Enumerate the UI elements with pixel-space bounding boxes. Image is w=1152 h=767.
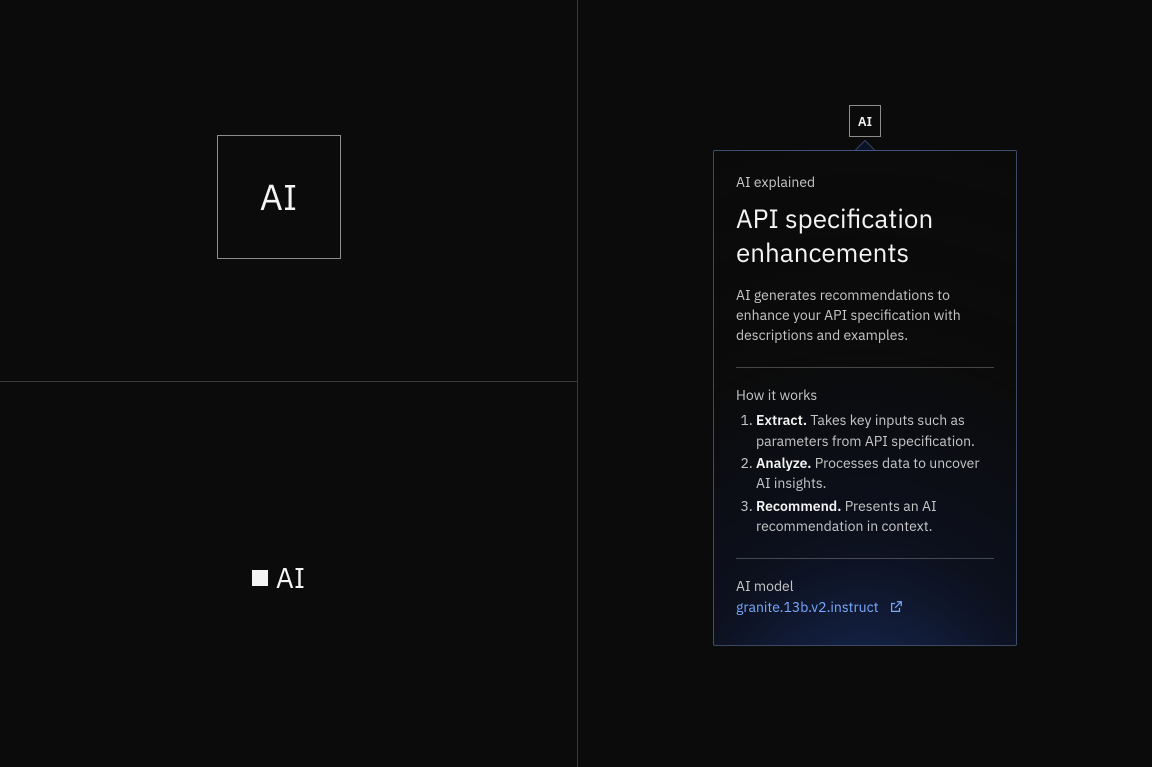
list-item: Extract. Takes key inputs such as parame…	[756, 410, 994, 451]
ai-label-inline-button[interactable]: AI	[252, 559, 305, 596]
left-panel: AI AI	[0, 0, 578, 767]
ai-chip-button[interactable]: AI	[849, 105, 881, 137]
how-it-works-steps: Extract. Takes key inputs such as parame…	[736, 410, 994, 536]
step-title: Recommend.	[756, 497, 841, 515]
step-title: Extract.	[756, 411, 807, 429]
popover-description: AI generates recommendations to enhance …	[736, 285, 994, 346]
ai-model-label: AI model	[736, 577, 994, 595]
launch-icon	[889, 600, 903, 614]
left-bottom-cell: AI	[0, 382, 577, 767]
how-it-works-label: How it works	[736, 386, 994, 404]
app-root: AI AI AI AI explained API specification …	[0, 0, 1152, 767]
divider	[736, 558, 994, 559]
list-item: Recommend. Presents an AI recommendation…	[756, 496, 994, 537]
ai-label-large-button[interactable]: AI	[217, 135, 341, 259]
ai-model-link-text: granite.13b.v2.instruct	[736, 598, 879, 616]
ai-explained-popover: AI explained API specification enhanceme…	[713, 150, 1017, 646]
ai-inline-text: AI	[276, 559, 305, 596]
right-panel: AI AI explained API specification enhanc…	[578, 0, 1152, 767]
popover-eyebrow: AI explained	[736, 173, 994, 191]
left-top-cell: AI	[0, 0, 577, 382]
step-title: Analyze.	[756, 454, 811, 472]
popover-title: API specification enhancements	[736, 203, 994, 271]
square-bullet-icon	[252, 570, 268, 586]
divider	[736, 367, 994, 368]
ai-model-link[interactable]: granite.13b.v2.instruct	[736, 598, 903, 616]
list-item: Analyze. Processes data to uncover AI in…	[756, 453, 994, 494]
